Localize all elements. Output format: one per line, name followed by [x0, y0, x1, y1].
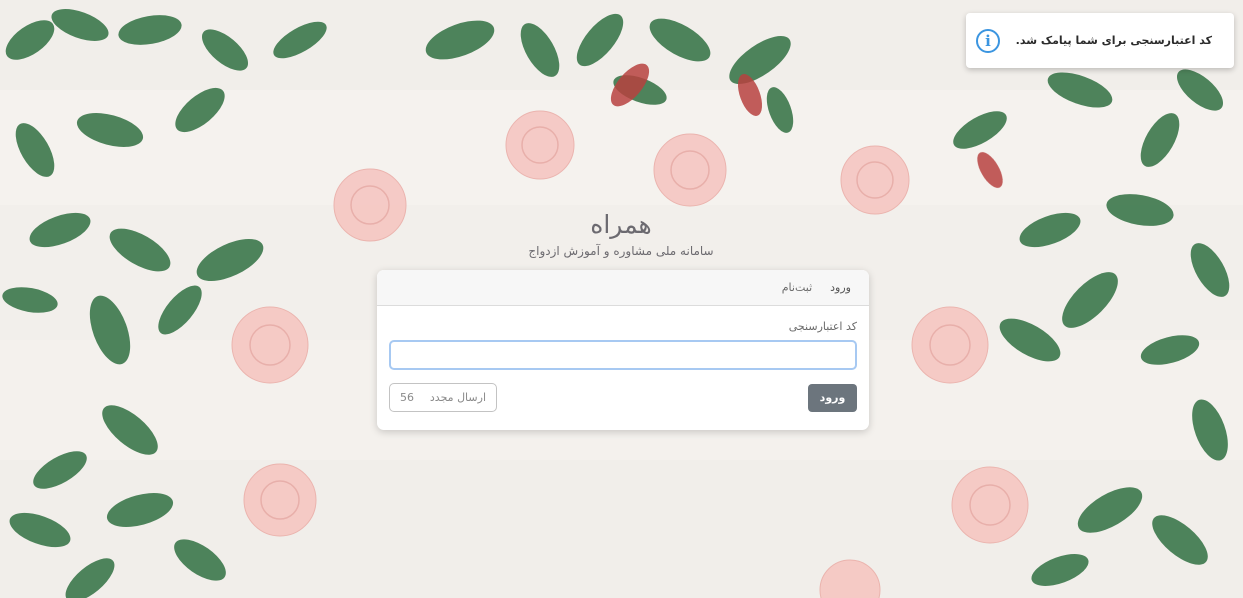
auth-tabs: ورود ثبت‌نام	[377, 270, 869, 306]
card-actions: ورود ارسال مجدد 56	[389, 383, 857, 412]
resend-countdown: 56	[400, 391, 414, 404]
brand-header: همراه سامانه ملی مشاوره و آموزش ازدواج	[421, 210, 821, 258]
resend-code-button[interactable]: ارسال مجدد 56	[389, 383, 497, 412]
login-card: ورود ثبت‌نام کد اعتبارسنجی ورود ارسال مج…	[377, 270, 869, 430]
resend-code-label: ارسال مجدد	[429, 391, 486, 404]
verification-code-label: کد اعتبارسنجی	[788, 320, 857, 333]
toast-message: کد اعتبارسنجی برای شما پیامک شد.	[1015, 34, 1212, 47]
login-button[interactable]: ورود	[808, 383, 857, 412]
verification-code-input[interactable]	[389, 340, 857, 370]
brand-subtitle: سامانه ملی مشاوره و آموزش ازدواج	[528, 244, 714, 258]
brand-logo: همراه	[590, 210, 652, 239]
notification-toast: i کد اعتبارسنجی برای شما پیامک شد.	[966, 13, 1234, 68]
card-body: کد اعتبارسنجی ورود ارسال مجدد 56	[377, 306, 869, 412]
info-circle-icon: i	[976, 28, 1000, 53]
tab-register[interactable]: ثبت‌نام	[782, 281, 812, 294]
tab-login[interactable]: ورود	[830, 281, 851, 294]
